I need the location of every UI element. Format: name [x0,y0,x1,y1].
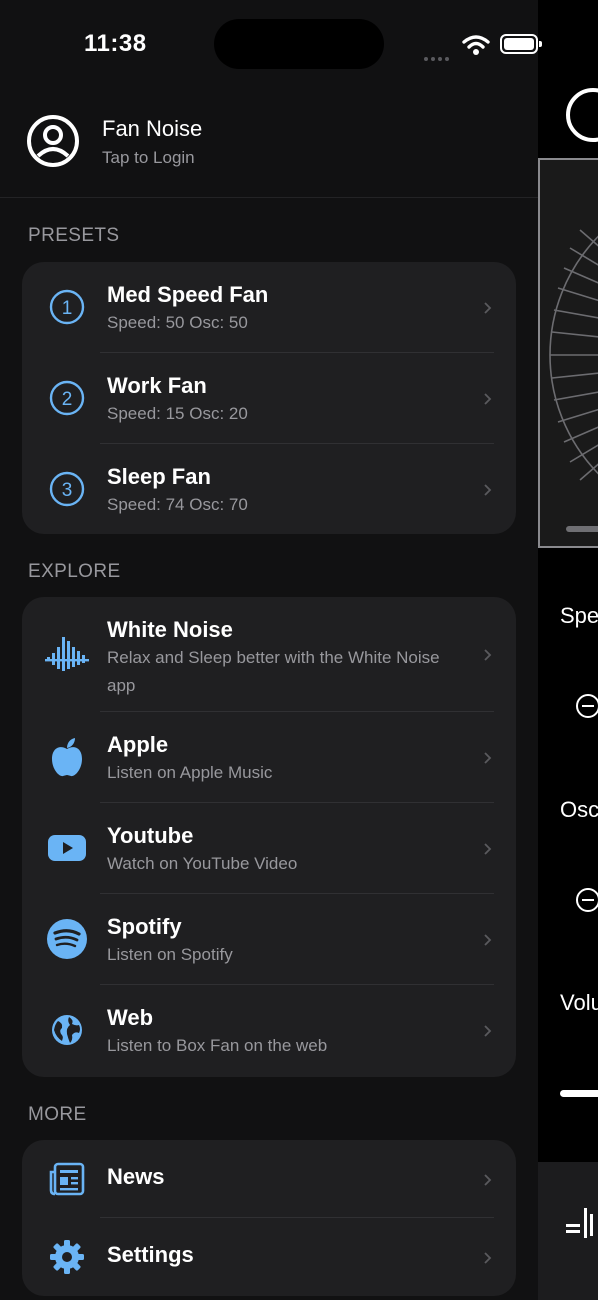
explore-subtitle: Watch on YouTube Video [107,854,298,873]
person-circle-icon [27,115,79,167]
fan-image[interactable] [538,158,598,548]
explore-subtitle: Listen on Apple Music [107,763,273,782]
gear-icon [44,1234,90,1280]
status-time: 11:38 [84,30,147,57]
chevron-right-icon [484,649,492,661]
dynamic-island [214,19,384,69]
preset-row-2[interactable]: 2 Work Fan Speed: 15 Osc: 20 [22,353,516,444]
battery-icon [500,34,542,54]
svg-text:3: 3 [62,480,73,501]
more-group: News Settings [22,1140,516,1296]
presets-group: 1 Med Speed Fan Speed: 50 Osc: 50 2 Work… [22,262,516,534]
main-avatar-icon[interactable] [566,88,598,142]
oscillation-minus-icon[interactable] [576,888,598,912]
more-header: MORE [28,1104,87,1125]
youtube-icon [44,825,90,871]
explore-title: Apple [107,732,169,757]
explore-group: White Noise Relax and Sleep better with … [22,597,516,1077]
preset-row-1[interactable]: 1 Med Speed Fan Speed: 50 Osc: 50 [22,262,516,353]
number-2-circle-icon: 2 [44,375,90,421]
chevron-right-icon [484,752,492,764]
sound-waves-icon [566,1208,593,1238]
number-1-circle-icon: 1 [44,284,90,330]
status-bar: 11:38 [0,0,542,90]
number-3-circle-icon: 3 [44,466,90,512]
preset-title: Work Fan [107,373,207,398]
preset-title: Med Speed Fan [107,282,269,307]
profile-subtitle: Tap to Login [102,148,195,167]
side-drawer: 11:38 Fan Noise Tap to Login PRESETS 1 M… [0,0,542,1300]
more-row-settings[interactable]: Settings [22,1218,516,1296]
explore-row-spotify[interactable]: Spotify Listen on Spotify [22,894,516,985]
profile-login[interactable]: Fan Noise Tap to Login [0,98,538,198]
explore-title: Spotify [107,914,182,939]
volume-slider[interactable] [560,1090,598,1097]
more-title: Settings [107,1242,194,1267]
preset-row-3[interactable]: 3 Sleep Fan Speed: 74 Osc: 70 [22,444,516,534]
sound-waves-icon [44,631,90,677]
more-title: News [107,1164,165,1189]
chevron-right-icon [484,1252,492,1264]
apple-logo-icon [44,734,90,780]
speed-minus-icon[interactable] [576,694,598,718]
explore-row-web[interactable]: Web Listen to Box Fan on the web [22,985,516,1077]
bottom-bar [538,1162,598,1300]
volume-label: Volu [560,990,598,1015]
globe-icon [44,1007,90,1053]
explore-subtitle: Listen on Spotify [107,945,233,964]
main-view-peek[interactable]: Spe Osc Volu [538,0,598,1300]
more-row-news[interactable]: News [22,1140,516,1218]
explore-title: Web [107,1005,154,1030]
chevron-right-icon [484,484,492,496]
explore-row-youtube[interactable]: Youtube Watch on YouTube Video [22,803,516,894]
presets-header: PRESETS [28,225,120,246]
chevron-right-icon [484,1174,492,1186]
explore-row-white-noise[interactable]: White Noise Relax and Sleep better with … [22,597,516,712]
oscillation-label: Osc [560,797,598,822]
chevron-right-icon [484,1025,492,1037]
preset-subtitle: Speed: 50 Osc: 50 [107,313,248,332]
chevron-right-icon [484,843,492,855]
preset-subtitle: Speed: 74 Osc: 70 [107,495,248,514]
fan-scroll-handle [566,526,598,532]
preset-title: Sleep Fan [107,464,211,489]
speed-label: Spe [560,603,598,628]
explore-subtitle: Listen to Box Fan on the web [107,1036,328,1055]
explore-subtitle: Relax and Sleep better with the White No… [107,648,440,695]
svg-text:2: 2 [62,389,73,410]
chevron-right-icon [484,934,492,946]
preset-subtitle: Speed: 15 Osc: 20 [107,404,248,423]
spotify-icon [44,916,90,962]
explore-title: Youtube [107,823,194,848]
explore-title: White Noise [107,617,233,642]
chevron-right-icon [484,302,492,314]
svg-text:1: 1 [62,298,73,319]
chevron-right-icon [484,393,492,405]
profile-title: Fan Noise [102,116,203,141]
explore-row-apple[interactable]: Apple Listen on Apple Music [22,712,516,803]
cellular-signal-icon [424,48,452,66]
newspaper-icon [44,1156,90,1202]
screen: Spe Osc Volu 11:38 Fan Noise Tap to Logi… [0,0,598,1300]
wifi-icon [462,35,490,55]
explore-header: EXPLORE [28,561,121,582]
